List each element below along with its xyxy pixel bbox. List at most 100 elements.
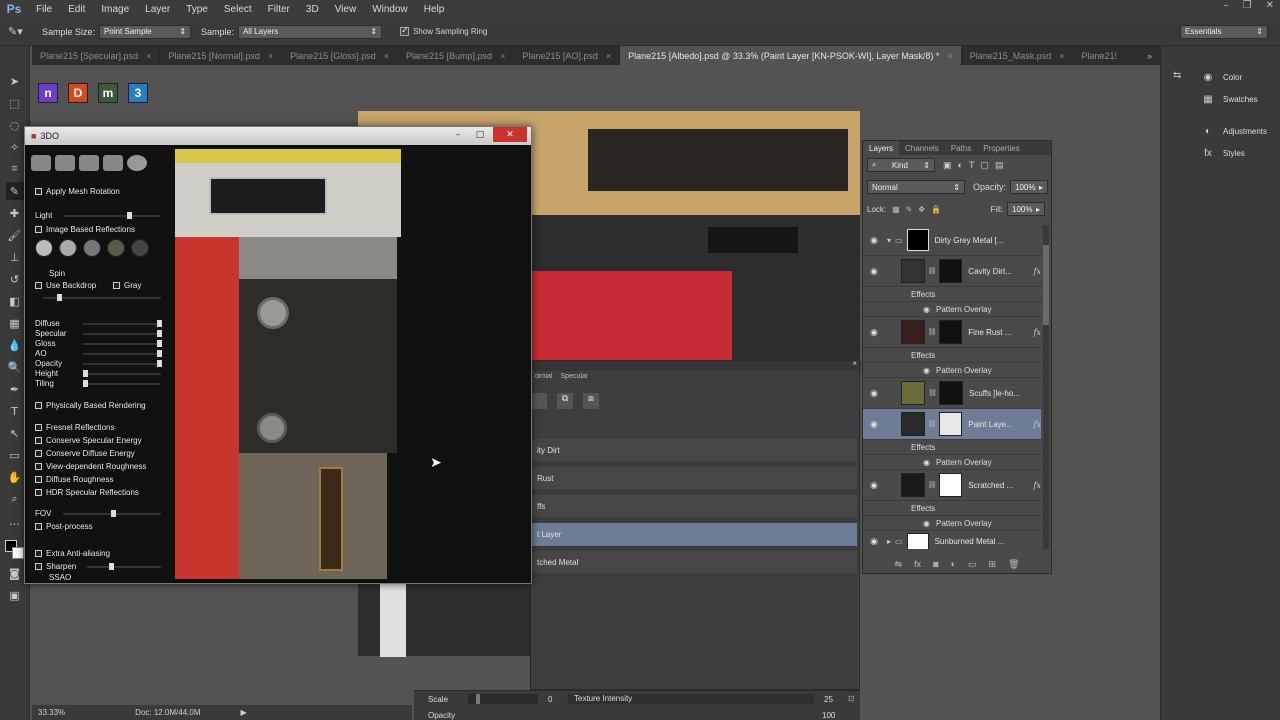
slider-thumb[interactable] <box>157 350 162 357</box>
scrollbar-thumb[interactable] <box>1043 245 1049 325</box>
layer-group-row[interactable]: ◉ ▾ ▭ Dirty Grey Metal [... <box>863 225 1041 256</box>
eye-icon[interactable]: ◉ <box>867 327 881 338</box>
eye-icon[interactable]: ◉ <box>867 388 881 399</box>
eye-icon[interactable]: ◉ <box>867 536 881 547</box>
quick-mask-icon[interactable]: ◙ <box>6 564 24 582</box>
pattern-overlay-row[interactable]: ◉ Pattern Overlay <box>863 455 1041 470</box>
eye-icon[interactable]: ◉ <box>923 305 930 314</box>
tab-ao[interactable]: Plane215 [AO].psd × <box>514 46 621 65</box>
zoom-tool-icon[interactable]: ⌕ <box>6 490 24 508</box>
opacity-field[interactable]: 100% ▸ <box>1010 180 1049 194</box>
eye-icon[interactable]: ◉ <box>867 480 881 491</box>
color-swatches[interactable] <box>4 540 25 560</box>
duplicate-icon[interactable]: ⧈ <box>583 393 599 409</box>
expand-icon[interactable]: ▾ <box>887 236 891 245</box>
layers-scrollbar[interactable] <box>1043 225 1049 549</box>
tab-mask[interactable]: Plane215_Mask.psd × <box>962 46 1074 65</box>
close-icon[interactable]: × <box>384 51 389 61</box>
pbr-toggle[interactable]: Physically Based Rendering <box>35 401 146 410</box>
adjustment-layer-icon[interactable]: ◐ <box>951 559 956 569</box>
copy-icon[interactable] <box>531 393 547 409</box>
app-launcher-icon[interactable]: n <box>38 83 58 103</box>
new-group-icon[interactable]: ▭ <box>968 559 977 570</box>
marquee-tool-icon[interactable]: ⬚ <box>6 94 24 112</box>
fov-slider[interactable] <box>63 510 161 517</box>
layer-row[interactable]: ◉ ⛓ Cavity Dirt... fx <box>863 256 1041 287</box>
diffuse-slider[interactable] <box>83 320 162 327</box>
dodge-tool-icon[interactable]: 🔍 <box>6 358 24 376</box>
close-icon[interactable]: ✕ <box>1266 0 1274 11</box>
slider-thumb[interactable] <box>157 360 162 367</box>
layer-row[interactable]: ◉ ⛓ Scuffs [le-ho... <box>863 378 1041 409</box>
move-tool-icon[interactable]: ➤ <box>6 72 24 90</box>
slider-thumb[interactable] <box>57 294 62 301</box>
healing-brush-icon[interactable]: ✚ <box>6 204 24 222</box>
slider-thumb[interactable] <box>157 340 162 347</box>
env-sphere[interactable] <box>131 239 149 257</box>
close-icon[interactable]: × <box>852 359 857 368</box>
app-launcher-icon[interactable]: 3 <box>128 83 148 103</box>
extra-aa-toggle[interactable]: Extra Anti-aliasing <box>35 549 110 558</box>
add-style-icon[interactable]: fx <box>914 559 921 569</box>
specular-slider[interactable] <box>83 330 162 337</box>
tab-channels[interactable]: Channels <box>899 144 945 153</box>
conserve-specular-toggle[interactable]: Conserve Specular Energy <box>35 436 142 445</box>
eye-icon[interactable]: ◉ <box>923 366 930 375</box>
status-menu-icon[interactable]: ▶ <box>241 708 247 717</box>
minimize-icon[interactable]: – <box>1224 0 1229 11</box>
tab-layers[interactable]: Layers <box>863 141 900 155</box>
tab-specular[interactable]: Specular <box>557 373 593 387</box>
brush-tool-icon[interactable]: 🖌 <box>6 226 24 244</box>
reset-icon[interactable]: ⊡ <box>848 694 855 703</box>
screen-mode-icon[interactable]: ▣ <box>6 586 24 604</box>
crop-tool-icon[interactable]: ⌗ <box>6 160 24 178</box>
clone-stamp-icon[interactable]: ⊥ <box>6 248 24 266</box>
list-item[interactable]: ffs <box>531 495 857 519</box>
workspace-select[interactable]: Essentials ⇕ <box>1180 24 1268 39</box>
eye-icon[interactable]: ◉ <box>867 419 881 430</box>
eye-icon[interactable]: ◉ <box>923 458 930 467</box>
effects-row[interactable]: Effects <box>863 287 1041 302</box>
pattern-overlay-row[interactable]: ◉ Pattern Overlay <box>863 363 1041 378</box>
quick-select-tool-icon[interactable]: ✧ <box>6 138 24 156</box>
close-icon[interactable]: × <box>1059 51 1064 61</box>
hdr-specular-toggle[interactable]: HDR Specular Reflections <box>35 488 139 497</box>
menu-help[interactable]: Help <box>416 4 453 15</box>
kind-filter-select[interactable]: ⌕ Kind ⇕ <box>867 158 935 172</box>
fresnel-toggle[interactable]: Fresnel Reflections <box>35 423 114 432</box>
app-launcher-icon[interactable]: m <box>98 83 118 103</box>
view-button[interactable] <box>55 155 75 171</box>
tiling-slider[interactable] <box>83 380 161 387</box>
pattern-overlay-row[interactable]: ◉ Pattern Overlay <box>863 516 1041 531</box>
tab-specular[interactable]: Plane215 [Specular].psd × <box>32 46 161 65</box>
slider-thumb[interactable] <box>476 694 480 704</box>
menu-window[interactable]: Window <box>364 4 416 15</box>
opacity-slider[interactable] <box>83 360 162 367</box>
eye-icon[interactable]: ◉ <box>867 266 881 277</box>
texture-intensity-value[interactable]: 25 <box>824 695 833 704</box>
dock-swatches[interactable]: ▦ Swatches <box>1201 92 1257 106</box>
slider-thumb[interactable] <box>83 370 88 377</box>
tab-normal[interactable]: Plane215 [Normal].psd × <box>160 46 283 65</box>
list-item[interactable]: tched Metal <box>531 551 857 575</box>
show-sampling-ring-toggle[interactable]: Show Sampling Ring <box>400 25 487 36</box>
env-sphere[interactable] <box>107 239 125 257</box>
dock-styles[interactable]: fx Styles <box>1201 146 1245 160</box>
dock-color[interactable]: ◉ Color <box>1201 70 1243 84</box>
pattern-overlay-row[interactable]: ◉ Pattern Overlay <box>863 302 1041 317</box>
close-icon[interactable]: × <box>146 51 151 61</box>
effects-row[interactable]: Effects <box>863 501 1041 516</box>
env-sphere[interactable] <box>59 239 77 257</box>
eyedropper-tool-icon[interactable]: ✎▾ <box>8 25 32 38</box>
paste-icon[interactable]: ⧉ <box>557 393 573 409</box>
scale-value[interactable]: 0 <box>548 695 552 704</box>
tab-paths[interactable]: Paths <box>945 144 977 153</box>
tab-gloss[interactable]: Plane215 [Gloss].psd × <box>282 46 398 65</box>
menu-file[interactable]: File <box>28 4 60 15</box>
list-item[interactable]: ity Dirt <box>531 439 857 463</box>
conserve-diffuse-toggle[interactable]: Conserve Diffuse Energy <box>35 449 135 458</box>
slider-thumb[interactable] <box>111 510 116 517</box>
slider-thumb[interactable] <box>157 320 162 327</box>
tabs-more-icon[interactable]: » <box>1147 51 1152 61</box>
tab-bump[interactable]: Plane215 [Bump].psd × <box>398 46 515 65</box>
